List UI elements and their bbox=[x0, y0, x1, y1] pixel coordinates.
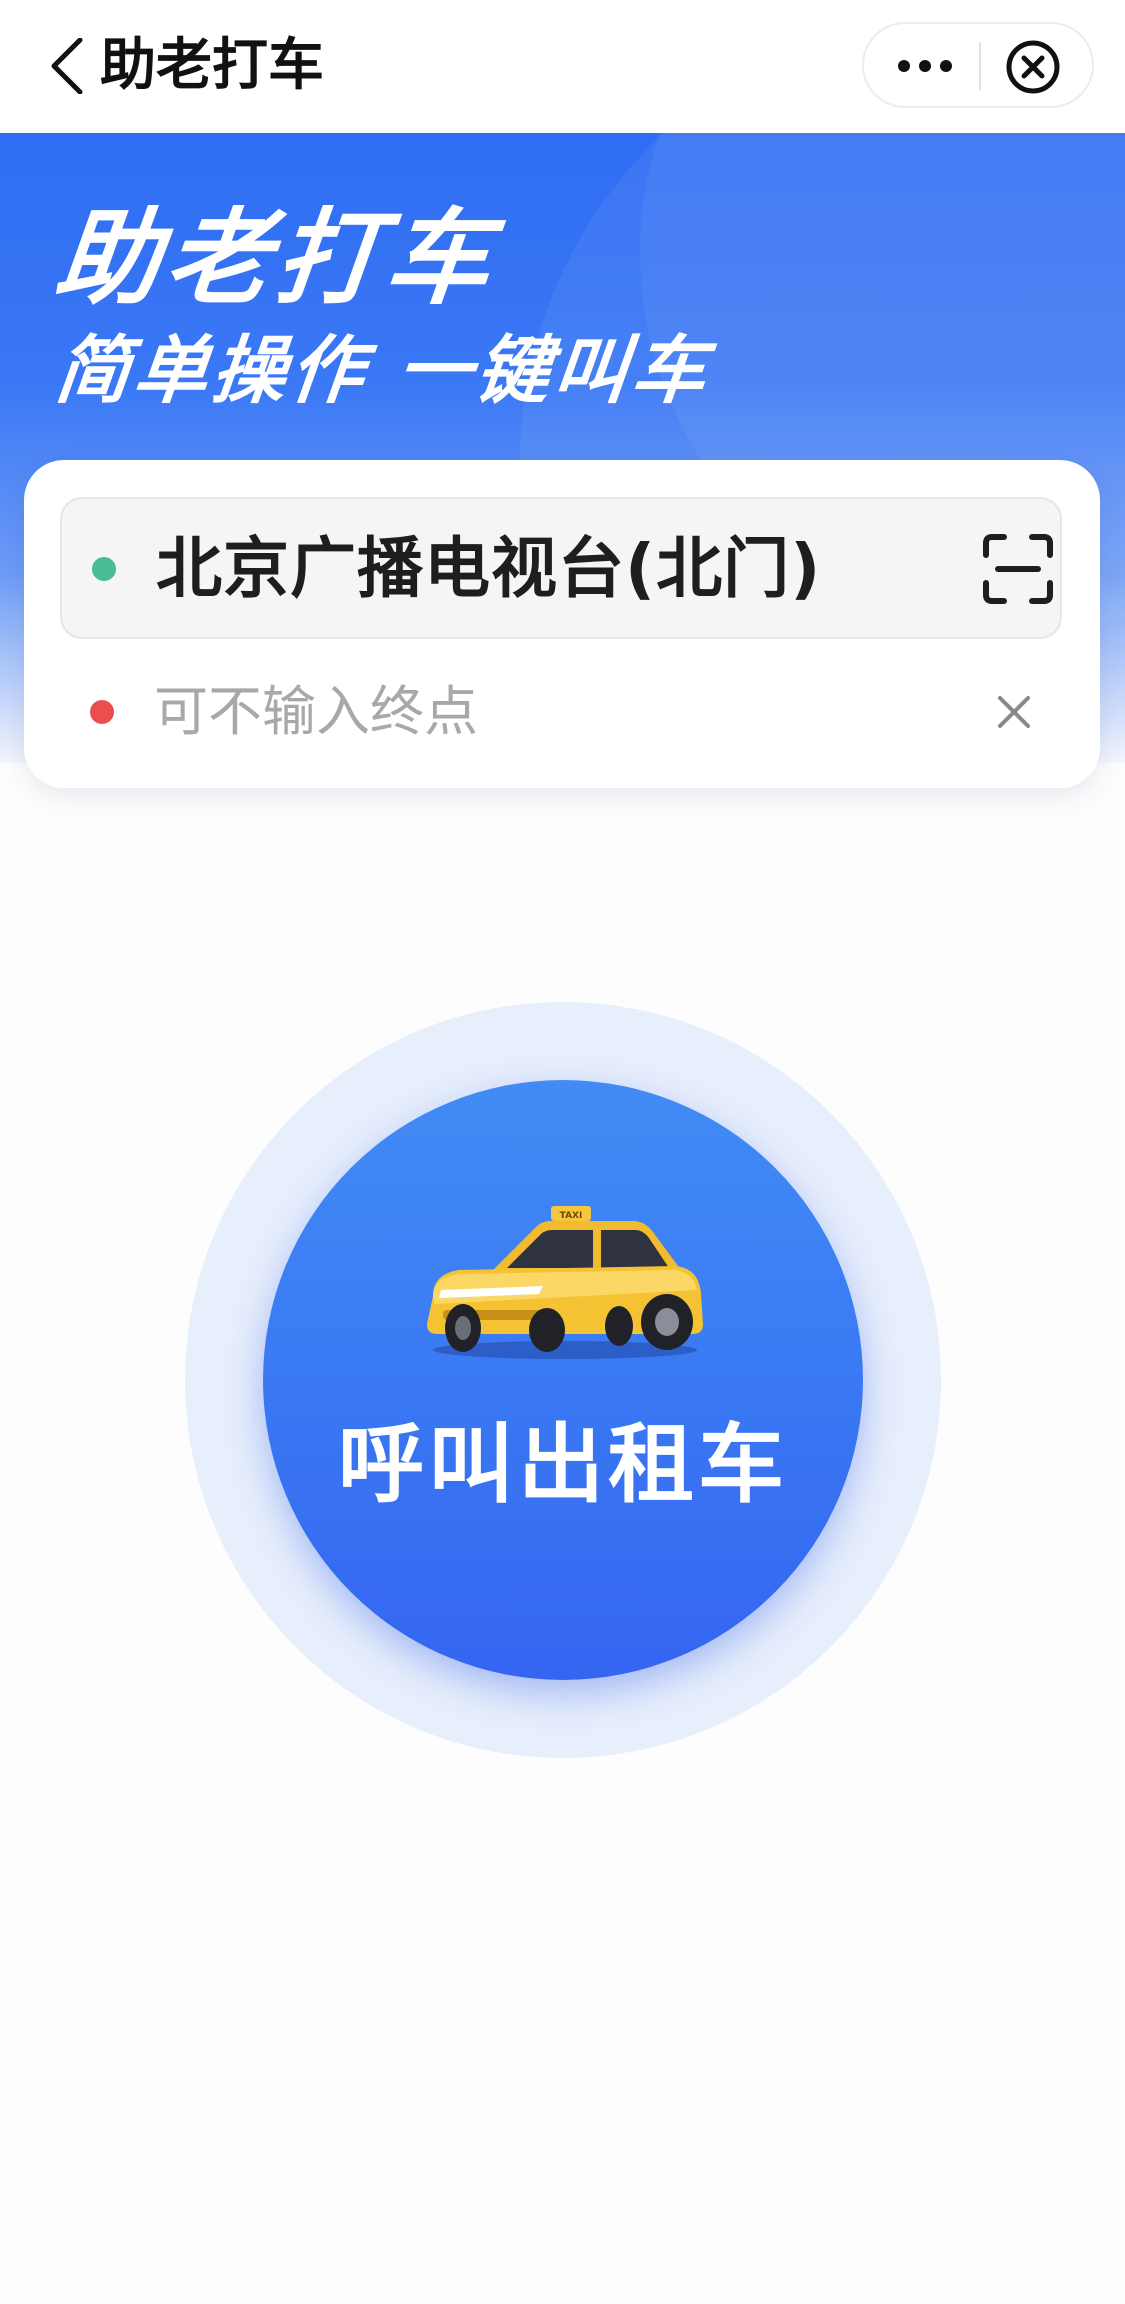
nav-bar: 助老打车 bbox=[0, 0, 1125, 133]
call-taxi-button[interactable]: TAXI 呼叫出租车 bbox=[263, 1080, 863, 1680]
scan-icon bbox=[983, 534, 1053, 604]
mini-program-capsule bbox=[862, 22, 1094, 108]
close-circle-icon bbox=[1006, 40, 1060, 94]
taxi-car-icon: TAXI bbox=[427, 1206, 703, 1359]
destination-row bbox=[60, 652, 1062, 772]
start-location-text: 北京广播电视台(北门) bbox=[156, 530, 822, 607]
start-dot-icon bbox=[92, 557, 116, 581]
hero-subtitle: 简单操作 一键叫车 bbox=[51, 328, 715, 414]
more-dots-icon bbox=[898, 60, 952, 72]
page: 助老打车 助老打车 简单操作 一键叫车 北京广播电视台(北门) 可不输入终点 T… bbox=[0, 0, 1125, 2304]
start-location-field[interactable]: 北京广播电视台(北门) bbox=[60, 497, 1062, 639]
clear-button[interactable] bbox=[994, 692, 1034, 732]
close-icon bbox=[998, 696, 1030, 728]
scan-button[interactable] bbox=[982, 533, 1054, 605]
destination-input[interactable] bbox=[154, 676, 914, 748]
more-button[interactable] bbox=[894, 50, 956, 82]
end-dot-icon bbox=[90, 700, 114, 724]
back-button[interactable] bbox=[46, 37, 92, 95]
chevron-left-icon bbox=[51, 37, 83, 95]
call-taxi-label: 呼叫出租车 bbox=[338, 1415, 788, 1515]
hero-title: 助老打车 bbox=[49, 197, 503, 319]
nav-title: 助老打车 bbox=[100, 33, 324, 98]
address-card: 北京广播电视台(北门) bbox=[24, 460, 1100, 788]
taxi-sign-text: TAXI bbox=[560, 1211, 583, 1221]
capsule-divider bbox=[979, 42, 981, 90]
close-button[interactable] bbox=[1004, 38, 1062, 96]
